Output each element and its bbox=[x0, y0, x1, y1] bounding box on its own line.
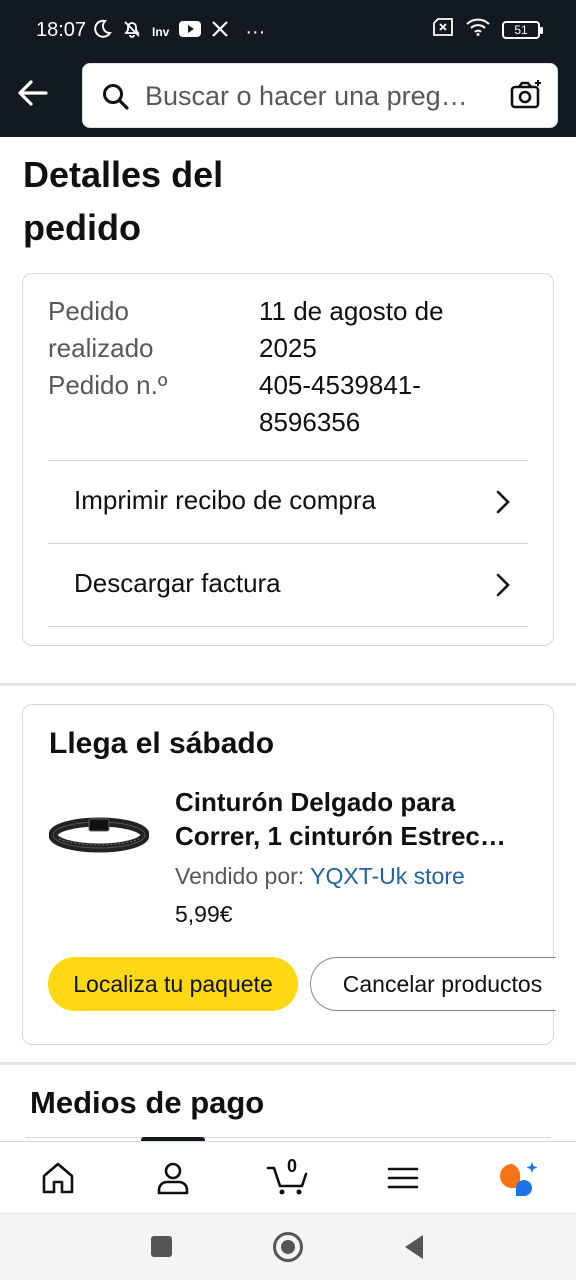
divider bbox=[48, 626, 528, 627]
status-left-icons: Inv ··· bbox=[92, 19, 265, 45]
chevron-right-icon bbox=[494, 489, 512, 515]
search-placeholder[interactable]: Buscar o hacer una preg… bbox=[145, 81, 495, 112]
chevron-right-icon bbox=[494, 572, 512, 598]
section-divider bbox=[0, 1062, 576, 1065]
print-receipt-label: Imprimir recibo de compra bbox=[74, 485, 376, 515]
home-button-icon[interactable] bbox=[273, 1232, 303, 1262]
more-icon: ··· bbox=[245, 20, 266, 43]
product-title-line1: Cinturón Delgado para bbox=[175, 787, 456, 817]
youtube-icon bbox=[179, 21, 202, 43]
order-info-card: Pedido realizado 11 de agosto de 2025 Pe… bbox=[22, 273, 554, 646]
sold-by-label: Vendido por: bbox=[175, 863, 305, 889]
product-price: 5,99€ bbox=[175, 901, 233, 927]
product-title[interactable]: Cinturón Delgado para Correr, 1 cinturón… bbox=[175, 785, 525, 853]
search-icon bbox=[101, 82, 131, 112]
status-bar: 18:07 Inv ··· 51 bbox=[0, 0, 576, 62]
download-invoice-label: Descargar factura bbox=[74, 568, 281, 598]
investing-icon: Inv bbox=[152, 25, 170, 39]
product-image[interactable] bbox=[48, 805, 150, 865]
moon-icon bbox=[92, 19, 112, 45]
order-number-label: Pedido n.º bbox=[48, 370, 168, 400]
wifi-icon bbox=[466, 18, 490, 41]
print-receipt-link[interactable]: Imprimir recibo de compra bbox=[48, 460, 528, 542]
sim-off-icon bbox=[432, 18, 454, 41]
status-right-icons: 51 bbox=[432, 18, 543, 41]
camera-search-icon[interactable] bbox=[509, 78, 543, 112]
battery-icon: 51 bbox=[502, 20, 543, 39]
bell-off-icon bbox=[122, 19, 142, 45]
page-title: Detalles del pedido bbox=[23, 154, 224, 248]
rufus-icon[interactable] bbox=[496, 1160, 538, 1196]
payments-heading: Medios de pago bbox=[30, 1085, 265, 1120]
download-invoice-link[interactable]: Descargar factura bbox=[48, 543, 528, 625]
bottom-nav bbox=[0, 1141, 576, 1213]
section-divider bbox=[0, 683, 576, 686]
back-arrow-icon[interactable] bbox=[16, 78, 50, 108]
order-date-label: Pedido realizado bbox=[48, 296, 154, 363]
home-icon[interactable] bbox=[38, 1160, 78, 1196]
product-title-line2: Correr, 1 cinturón Estrec… bbox=[175, 821, 506, 851]
search-bar[interactable]: Buscar o hacer una preg… bbox=[82, 63, 558, 128]
cart-count: 0 bbox=[287, 1156, 298, 1176]
shipment-card: Llega el sábado Cinturón Delgado para Co… bbox=[22, 704, 556, 1045]
track-package-button[interactable]: Localiza tu paquete bbox=[48, 957, 298, 1011]
x-icon bbox=[211, 20, 229, 44]
system-nav-bar bbox=[0, 1213, 576, 1280]
status-time: 18:07 bbox=[36, 19, 87, 41]
order-date-value: 11 de agosto de 2025 bbox=[259, 296, 444, 363]
back-button-icon[interactable] bbox=[403, 1234, 425, 1265]
account-icon[interactable] bbox=[153, 1160, 193, 1196]
order-number-value: 405-4539841-8596356 bbox=[259, 370, 421, 437]
menu-icon[interactable] bbox=[383, 1160, 423, 1196]
cancel-items-button[interactable]: Cancelar productos bbox=[310, 957, 556, 1011]
recents-icon[interactable] bbox=[151, 1236, 172, 1257]
seller-link[interactable]: YQXT-Uk store bbox=[310, 863, 465, 889]
arrival-heading: Llega el sábado bbox=[49, 727, 275, 760]
top-header: 18:07 Inv ··· 51 Buscar o hacer una preg… bbox=[0, 0, 576, 137]
seller-info: Vendido por: YQXT-Uk store bbox=[175, 863, 465, 890]
